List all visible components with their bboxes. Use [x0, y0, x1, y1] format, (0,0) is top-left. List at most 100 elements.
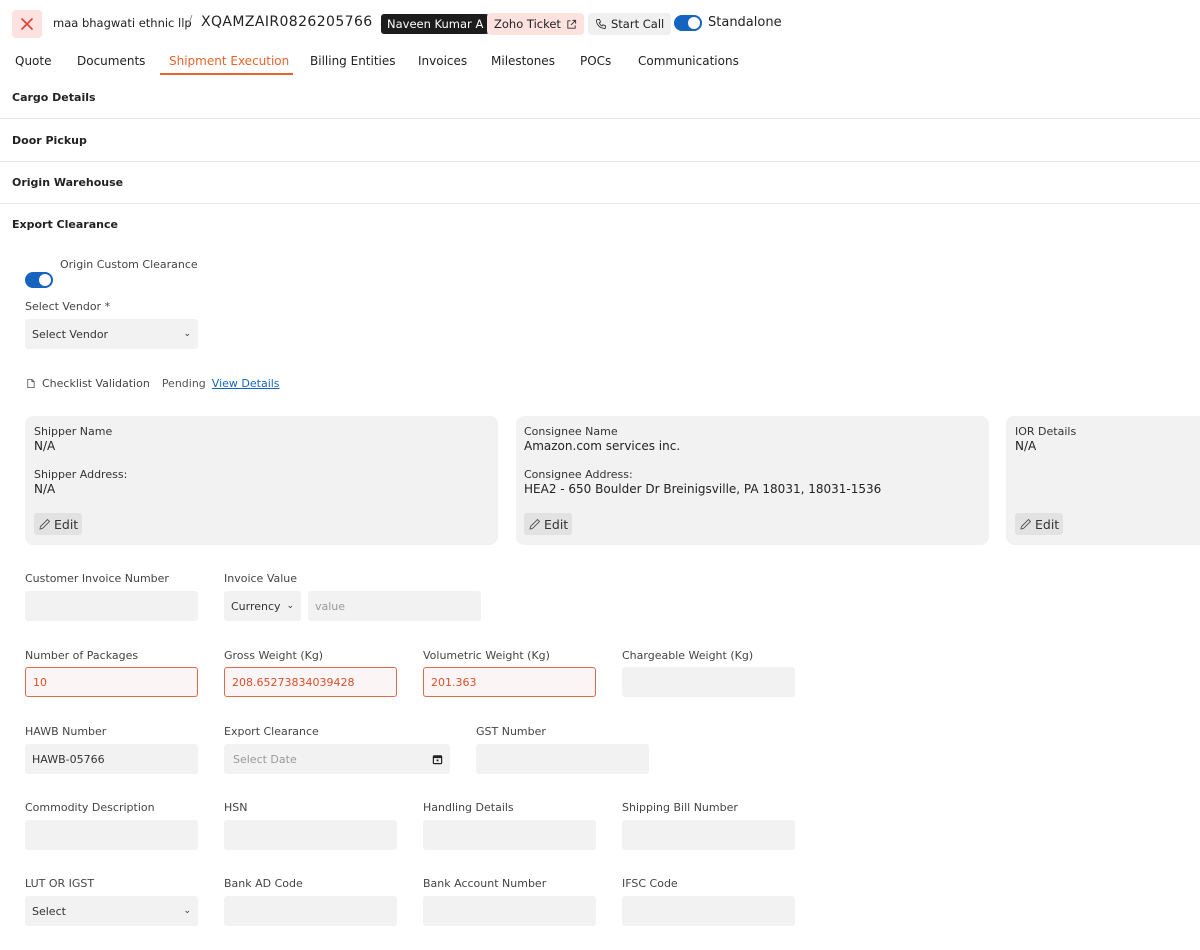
consignee-name-value: Amazon.com services inc. [524, 439, 681, 453]
invoice-value-label: Invoice Value [224, 572, 298, 585]
consignee-name-label: Consignee Name [524, 425, 618, 438]
invoice-value-input[interactable]: value [308, 591, 481, 621]
pencil-icon [529, 518, 541, 530]
volumetric-weight-input[interactable]: 201.363 [423, 667, 596, 697]
bank-account-number-input[interactable] [423, 896, 596, 926]
chevron-down-icon: ⌄ [286, 601, 294, 611]
zoho-ticket-button[interactable]: Zoho Ticket [487, 13, 584, 35]
shipper-address-value: N/A [34, 482, 56, 496]
ior-details-value: N/A [1015, 439, 1037, 453]
select-vendor-value: Select Vendor [32, 327, 109, 341]
volumetric-weight-label: Volumetric Weight (Kg) [423, 649, 550, 662]
select-vendor-dropdown[interactable]: Select Vendor ⌄ [25, 319, 198, 349]
start-call-button[interactable]: Start Call [588, 13, 672, 35]
divider [0, 118, 1200, 119]
edit-label: Edit [544, 516, 569, 532]
document-icon [27, 378, 35, 389]
number-of-packages-label: Number of Packages [25, 649, 139, 662]
export-clearance-date-picker[interactable]: Select Date [224, 744, 450, 774]
start-call-label: Start Call [611, 17, 665, 31]
shipment-ref-text: XQAMZAIR0826205766 [201, 14, 373, 30]
gross-weight-label: Gross Weight (Kg) [224, 649, 324, 662]
tab-invoices[interactable]: Invoices [418, 54, 467, 68]
section-export-clearance[interactable]: Export Clearance [12, 218, 118, 231]
bank-ad-code-input[interactable] [224, 896, 397, 926]
close-button[interactable] [12, 10, 42, 38]
commodity-description-label: Commodity Description [25, 801, 155, 814]
phone-icon [596, 19, 606, 29]
gst-number-input[interactable] [476, 744, 649, 774]
consignee-address-value: HEA2 - 650 Boulder Dr Breinigsville, PA … [524, 482, 882, 496]
shipper-address-label: Shipper Address: [34, 468, 128, 481]
active-tab-indicator [160, 73, 293, 75]
chevron-down-icon: ⌄ [183, 906, 191, 916]
origin-custom-clearance-toggle[interactable] [25, 272, 53, 288]
shipper-name-value: N/A [34, 439, 56, 453]
edit-shipper-button[interactable]: Edit [34, 513, 83, 535]
chargeable-weight-label: Chargeable Weight (Kg) [622, 649, 754, 662]
shipment-reference: XQAMZAIR0826205766 [201, 14, 390, 30]
lut-or-igst-label: LUT OR IGST [25, 877, 95, 890]
section-door-pickup[interactable]: Door Pickup [12, 134, 87, 147]
checklist-validation-label: Checklist Validation [42, 377, 150, 390]
customer-invoice-number-input[interactable] [25, 591, 198, 621]
close-icon [21, 18, 33, 30]
tab-quote[interactable]: Quote [15, 54, 51, 68]
tab-communications[interactable]: Communications [638, 54, 739, 68]
number-of-packages-input[interactable]: 10 [25, 667, 198, 697]
shipping-bill-number-input[interactable] [622, 820, 795, 850]
shipper-card: Shipper Name N/A Shipper Address: N/A Ed… [25, 416, 498, 545]
lut-or-igst-value: Select [32, 904, 66, 918]
handling-details-label: Handling Details [423, 801, 514, 814]
currency-dropdown[interactable]: Currency ⌄ [224, 591, 301, 621]
pencil-icon [39, 518, 51, 530]
hsn-label: HSN [224, 801, 248, 814]
shipping-bill-number-label: Shipping Bill Number [622, 801, 738, 814]
external-link-icon [567, 19, 577, 29]
hawb-number-input[interactable]: HAWB-05766 [25, 744, 198, 774]
section-cargo-details[interactable]: Cargo Details [12, 91, 96, 104]
tab-billing-entities[interactable]: Billing Entities [310, 54, 396, 68]
bank-account-number-label: Bank Account Number [423, 877, 547, 890]
tab-milestones[interactable]: Milestones [491, 54, 555, 68]
gst-number-label: GST Number [476, 725, 546, 738]
chargeable-weight-input[interactable] [622, 667, 795, 697]
consignee-card: Consignee Name Amazon.com services inc. … [516, 416, 989, 545]
section-origin-warehouse[interactable]: Origin Warehouse [12, 176, 123, 189]
ifsc-code-label: IFSC Code [622, 877, 678, 890]
tab-shipment-execution[interactable]: Shipment Execution [169, 54, 289, 68]
gross-weight-input[interactable]: 208.65273834039428 [224, 667, 397, 697]
view-details-link[interactable]: View Details [212, 377, 280, 390]
ior-details-label: IOR Details [1015, 425, 1077, 438]
edit-consignee-button[interactable]: Edit [524, 513, 573, 535]
checklist-validation-row: Checklist Validation Pending View Detail… [25, 377, 280, 390]
date-placeholder: Select Date [233, 752, 297, 766]
chevron-down-icon: ⌄ [183, 329, 191, 339]
commodity-description-input[interactable] [25, 820, 198, 850]
bank-ad-code-label: Bank AD Code [224, 877, 303, 890]
edit-label: Edit [1035, 516, 1060, 532]
divider [0, 203, 1200, 204]
export-clearance-date-label: Export Clearance [224, 725, 319, 738]
handling-details-input[interactable] [423, 820, 596, 850]
select-vendor-label: Select Vendor * [25, 300, 111, 313]
edit-ior-button[interactable]: Edit [1015, 513, 1064, 535]
currency-value: Currency [231, 599, 281, 613]
company-name: maa bhagwati ethnic llp [53, 16, 192, 30]
divider [0, 161, 1200, 162]
tab-pocs[interactable]: POCs [580, 54, 611, 68]
pencil-icon [1020, 518, 1032, 530]
calendar-icon [432, 754, 443, 764]
hsn-input[interactable] [224, 820, 397, 850]
breadcrumb-separator: / [188, 14, 193, 29]
ifsc-code-input[interactable] [622, 896, 795, 926]
zoho-ticket-label: Zoho Ticket [494, 17, 561, 31]
standalone-label: Standalone [708, 15, 782, 30]
edit-label: Edit [54, 516, 79, 532]
consignee-address-label: Consignee Address: [524, 468, 633, 481]
tab-documents[interactable]: Documents [77, 54, 145, 68]
checklist-status: Pending [161, 377, 206, 390]
shipper-name-label: Shipper Name [34, 425, 113, 438]
standalone-toggle[interactable] [674, 15, 702, 31]
lut-or-igst-dropdown[interactable]: Select ⌄ [25, 896, 198, 926]
